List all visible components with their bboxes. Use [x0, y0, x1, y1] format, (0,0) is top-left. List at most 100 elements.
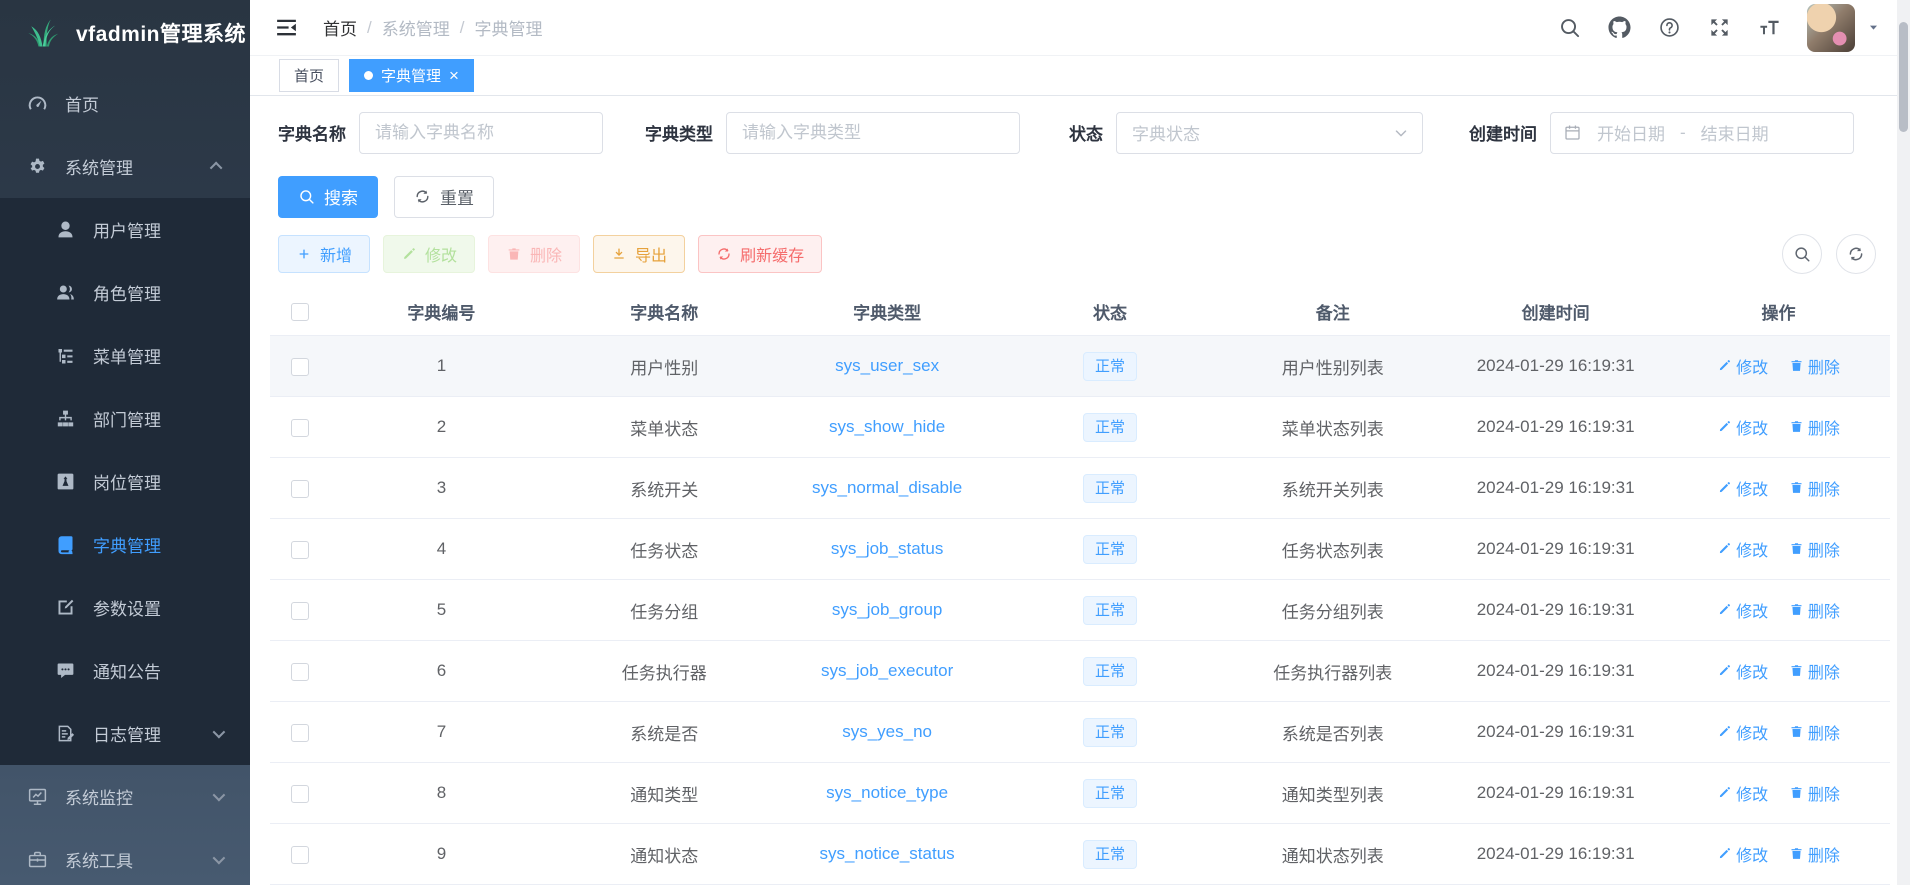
- end-date-placeholder: 结束日期: [1701, 120, 1769, 145]
- view-tab[interactable]: 字典管理 ×: [349, 59, 474, 92]
- question-icon[interactable]: [1658, 16, 1681, 39]
- breadcrumb-item[interactable]: 字典管理: [474, 15, 542, 40]
- row-delete-button[interactable]: 删除: [1789, 659, 1840, 683]
- sidebar-item[interactable]: 通知公告: [0, 639, 250, 702]
- action-button[interactable]: 刷新缓存: [698, 235, 822, 273]
- row-checkbox[interactable]: [291, 358, 309, 376]
- dict-type-link[interactable]: sys_user_sex: [835, 356, 939, 375]
- dict-name-input[interactable]: [359, 112, 603, 154]
- sidebar-item[interactable]: 系统监控: [0, 765, 250, 828]
- dict-type-link[interactable]: sys_yes_no: [842, 722, 932, 741]
- row-checkbox[interactable]: [291, 785, 309, 803]
- action-button[interactable]: 修改: [383, 235, 475, 273]
- monitor-icon: [27, 786, 48, 807]
- table-tool-button[interactable]: [1836, 234, 1876, 274]
- row-edit-button[interactable]: 修改: [1717, 537, 1768, 561]
- row-edit-button[interactable]: 修改: [1717, 354, 1768, 378]
- toolbox-icon: [27, 849, 48, 870]
- dict-type-link[interactable]: sys_show_hide: [829, 417, 945, 436]
- row-checkbox-cell: [270, 519, 330, 580]
- close-icon[interactable]: ×: [449, 67, 459, 84]
- trash-icon: [1789, 358, 1804, 373]
- row-checkbox[interactable]: [291, 541, 309, 559]
- dict-type-link[interactable]: sys_job_group: [832, 600, 943, 619]
- row-delete-button[interactable]: 删除: [1789, 415, 1840, 439]
- scrollbar-thumb[interactable]: [1899, 22, 1908, 132]
- sidebar-item[interactable]: 岗位管理: [0, 450, 250, 513]
- date-range-picker[interactable]: 开始日期 - 结束日期: [1550, 112, 1854, 154]
- caret-down-icon[interactable]: [1867, 21, 1880, 34]
- row-checkbox[interactable]: [291, 663, 309, 681]
- dict-type-input[interactable]: [726, 112, 1020, 154]
- row-delete-button[interactable]: 删除: [1789, 354, 1840, 378]
- sidebar-item-label: 参数设置: [93, 595, 161, 620]
- dict-type-link[interactable]: sys_job_status: [831, 539, 943, 558]
- row-checkbox[interactable]: [291, 480, 309, 498]
- column-header: 字典类型: [776, 288, 999, 336]
- dict-type-link[interactable]: sys_job_executor: [821, 661, 953, 680]
- avatar[interactable]: [1807, 4, 1855, 52]
- row-delete-button[interactable]: 删除: [1789, 598, 1840, 622]
- font-size-icon[interactable]: [1758, 16, 1781, 39]
- status-label: 状态: [1069, 120, 1103, 145]
- row-delete-button[interactable]: 删除: [1789, 537, 1840, 561]
- row-checkbox[interactable]: [291, 724, 309, 742]
- sidebar-item[interactable]: 系统工具: [0, 828, 250, 885]
- action-button[interactable]: 删除: [488, 235, 580, 273]
- sidebar-item[interactable]: 部门管理: [0, 387, 250, 450]
- cell-operations: 修改 删除: [1667, 580, 1890, 641]
- table-row: 5 任务分组 sys_job_group 正常 任务分组列表 2024-01-2…: [270, 580, 1890, 641]
- action-button[interactable]: 新增: [278, 235, 370, 273]
- cell-dict-id: 6: [330, 641, 553, 702]
- fullscreen-icon[interactable]: [1708, 16, 1731, 39]
- dict-name-label: 字典名称: [278, 120, 346, 145]
- cell-create-time: 2024-01-29 16:19:31: [1444, 580, 1667, 641]
- row-checkbox[interactable]: [291, 602, 309, 620]
- status-select[interactable]: 字典状态: [1116, 112, 1423, 154]
- row-delete-button[interactable]: 删除: [1789, 781, 1840, 805]
- row-checkbox[interactable]: [291, 419, 309, 437]
- row-delete-button[interactable]: 删除: [1789, 720, 1840, 744]
- search-icon: [298, 188, 315, 205]
- row-edit-button[interactable]: 修改: [1717, 415, 1768, 439]
- row-edit-button[interactable]: 修改: [1717, 720, 1768, 744]
- sidebar-collapse-icon[interactable]: [274, 15, 299, 40]
- sidebar-item[interactable]: 角色管理: [0, 261, 250, 324]
- reset-button[interactable]: 重置: [394, 176, 494, 218]
- sidebar-item[interactable]: 首页: [0, 72, 250, 135]
- sidebar-item[interactable]: 参数设置: [0, 576, 250, 639]
- sidebar-item[interactable]: 字典管理: [0, 513, 250, 576]
- dict-type-link[interactable]: sys_notice_type: [826, 783, 948, 802]
- scrollbar-track: [1897, 0, 1910, 885]
- row-delete-button[interactable]: 删除: [1789, 476, 1840, 500]
- refresh-icon: [716, 246, 732, 262]
- row-edit-button[interactable]: 修改: [1717, 598, 1768, 622]
- sidebar-item[interactable]: 菜单管理: [0, 324, 250, 387]
- row-checkbox[interactable]: [291, 846, 309, 864]
- row-edit-button[interactable]: 修改: [1717, 659, 1768, 683]
- breadcrumb-item[interactable]: 系统管理: [382, 15, 450, 40]
- view-tab[interactable]: 首页: [279, 59, 339, 92]
- breadcrumb-item[interactable]: 首页: [323, 15, 357, 40]
- github-icon[interactable]: [1608, 16, 1631, 39]
- search-button[interactable]: 搜索: [278, 176, 378, 218]
- table-tool-button[interactable]: [1782, 234, 1822, 274]
- sidebar-item[interactable]: 日志管理: [0, 702, 250, 765]
- row-edit-button[interactable]: 修改: [1717, 781, 1768, 805]
- status-badge: 正常: [1083, 352, 1137, 381]
- action-button[interactable]: 导出: [593, 235, 685, 273]
- cell-dict-name: 通知状态: [553, 824, 776, 885]
- dict-type-link[interactable]: sys_notice_status: [820, 844, 955, 863]
- select-all-checkbox[interactable]: [291, 303, 309, 321]
- sidebar-item[interactable]: 用户管理: [0, 198, 250, 261]
- row-edit-button[interactable]: 修改: [1717, 476, 1768, 500]
- sidebar-item[interactable]: 系统管理: [0, 135, 250, 198]
- search-icon[interactable]: [1558, 16, 1581, 39]
- row-edit-button[interactable]: 修改: [1717, 842, 1768, 866]
- dict-type-link[interactable]: sys_normal_disable: [812, 478, 962, 497]
- row-delete-button[interactable]: 删除: [1789, 842, 1840, 866]
- cell-dict-type: sys_normal_disable: [776, 458, 999, 519]
- cell-dict-id: 9: [330, 824, 553, 885]
- sidebar-item-label: 系统监控: [65, 784, 133, 809]
- cell-dict-type: sys_yes_no: [776, 702, 999, 763]
